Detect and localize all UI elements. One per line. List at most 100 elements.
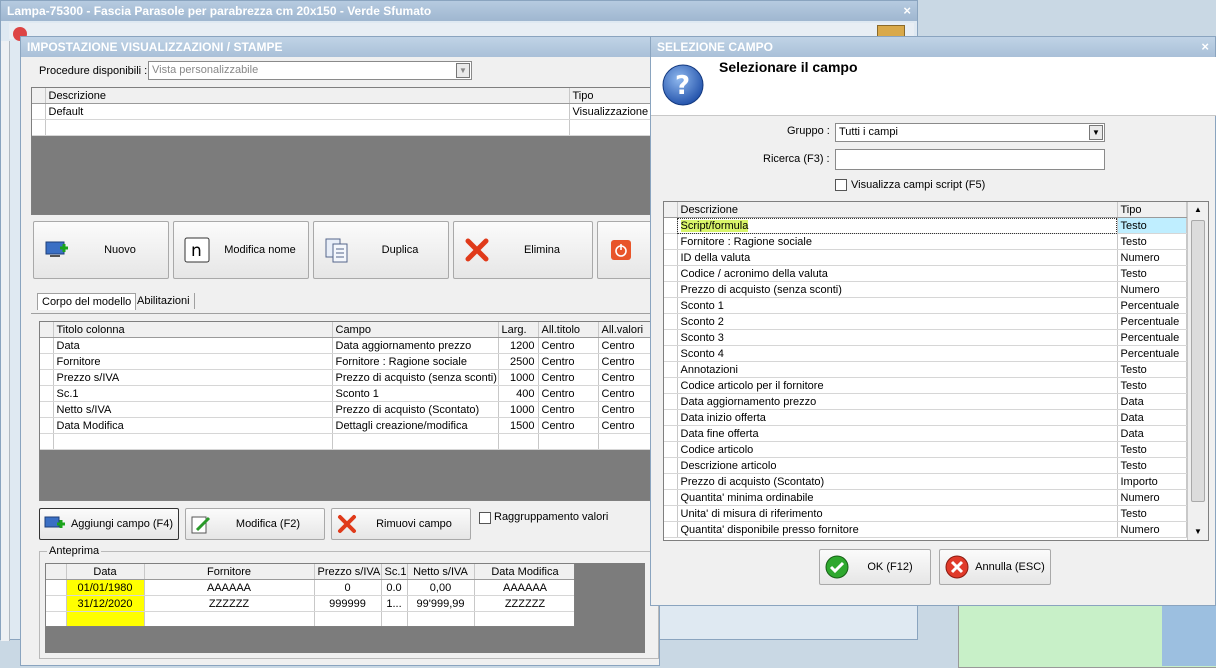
cell-tipo[interactable]: Numero [1117, 249, 1187, 266]
table-row[interactable]: Default Visualizzazione [32, 103, 660, 120]
cell-tipo[interactable]: Testo [1117, 233, 1187, 250]
cell-tipo[interactable]: Testo [1117, 265, 1187, 282]
cell-titolo[interactable]: Data Modifica [53, 417, 333, 434]
field-row[interactable]: Prezzo di acquisto (senza sconti) Numero [664, 281, 1187, 298]
table-row[interactable]: Data Modifica Dettagli creazione/modifica… [40, 417, 660, 434]
close-icon[interactable]: × [1201, 37, 1209, 57]
scroll-up-arrow-icon[interactable]: ▲ [1188, 202, 1208, 218]
cell-descrizione[interactable]: Sconto 2 [677, 313, 1118, 330]
raggruppamento-checkbox[interactable] [479, 512, 491, 524]
cell-campo[interactable]: Sconto 1 [332, 385, 499, 402]
cell-descrizione[interactable]: Prezzo di acquisto (Scontato) [677, 473, 1118, 490]
cell-descrizione[interactable]: Annotazioni [677, 361, 1118, 378]
cell-all-titolo[interactable]: Centro [538, 337, 599, 354]
scroll-down-arrow-icon[interactable]: ▼ [1188, 524, 1208, 540]
cell-titolo[interactable]: Prezzo s/IVA [53, 369, 333, 386]
chevron-down-icon[interactable]: ▼ [1089, 125, 1103, 140]
cell-descrizione[interactable]: Prezzo di acquisto (senza sconti) [677, 281, 1118, 298]
cell-tipo[interactable]: Testo [1117, 457, 1187, 474]
field-row[interactable]: Sconto 2 Percentuale [664, 313, 1187, 330]
selected-field-row[interactable]: Script/formula Testo [664, 217, 1187, 234]
field-row[interactable]: Sconto 4 Percentuale [664, 345, 1187, 362]
cell-larg[interactable]: 2500 [498, 353, 539, 370]
vertical-scrollbar[interactable]: ▲ ▼ [1187, 202, 1208, 540]
cell-campo[interactable]: Prezzo di acquisto (senza sconti) [332, 369, 499, 386]
field-row[interactable]: Prezzo di acquisto (Scontato) Importo [664, 473, 1187, 490]
column-header-larg[interactable]: Larg. [498, 322, 539, 338]
cell-descrizione[interactable]: Sconto 1 [677, 297, 1118, 314]
cell-campo[interactable]: Fornitore : Ragione sociale [332, 353, 499, 370]
table-row[interactable]: Fornitore Fornitore : Ragione sociale 2500… [40, 353, 660, 370]
cell-descrizione[interactable]: ID della valuta [677, 249, 1118, 266]
field-row[interactable]: Sconto 3 Percentuale [664, 329, 1187, 346]
cell-tipo[interactable]: Testo [1117, 441, 1187, 458]
field-row[interactable]: ID della valuta Numero [664, 249, 1187, 266]
cell-titolo[interactable]: Fornitore [53, 353, 333, 370]
table-row[interactable]: Prezzo s/IVA Prezzo di acquisto (senza sc… [40, 369, 660, 386]
back-window-titlebar[interactable]: Lampa-75300 - Fascia Parasole per parabr… [1, 1, 917, 21]
field-row[interactable]: Quantita' minima ordinabile Numero [664, 489, 1187, 506]
script-checkbox[interactable] [835, 179, 847, 191]
nuovo-button[interactable]: Nuovo [33, 221, 169, 279]
cell-all-titolo[interactable]: Centro [538, 401, 599, 418]
cell-descrizione[interactable]: Fornitore : Ragione sociale [677, 233, 1118, 250]
modifica-nome-button[interactable]: n Modifica nome [173, 221, 309, 279]
field-row[interactable]: Data inizio offerta Data [664, 409, 1187, 426]
aggiungi-campo-button[interactable]: Aggiungi campo (F4) [39, 508, 179, 540]
cell-tipo[interactable]: Testo [1117, 361, 1187, 378]
cell-descrizione[interactable]: Default [45, 103, 570, 120]
table-row-empty[interactable] [40, 433, 660, 450]
raggruppamento-label[interactable]: Raggruppamento valori [494, 511, 608, 523]
cell-tipo[interactable]: Testo [1117, 505, 1187, 522]
duplica-button[interactable]: Duplica [313, 221, 449, 279]
field-row[interactable]: Codice articolo Testo [664, 441, 1187, 458]
cell-descrizione[interactable]: Quantita' disponibile presso fornitore [677, 521, 1118, 538]
cell-tipo[interactable]: Testo [1117, 377, 1187, 394]
field-row[interactable]: Fornitore : Ragione sociale Testo [664, 233, 1187, 250]
column-header-descrizione[interactable]: Descrizione [677, 202, 1118, 218]
cell-descrizione[interactable]: Unita' di misura di riferimento [677, 505, 1118, 522]
cell-descrizione[interactable]: Codice articolo [677, 441, 1118, 458]
field-row[interactable]: Data fine offerta Data [664, 425, 1187, 442]
field-row[interactable]: Descrizione articolo Testo [664, 457, 1187, 474]
cell-descrizione[interactable]: Descrizione articolo [677, 457, 1118, 474]
cell-descrizione[interactable]: Script/formula [677, 217, 1118, 234]
field-row[interactable]: Annotazioni Testo [664, 361, 1187, 378]
field-row[interactable]: Unita' di misura di riferimento Testo [664, 505, 1187, 522]
ok-button[interactable]: OK (F12) [819, 549, 931, 585]
cell-descrizione[interactable]: Sconto 4 [677, 345, 1118, 362]
table-row[interactable]: Sc.1 Sconto 1 400 Centro Centro [40, 385, 660, 402]
cell-tipo[interactable]: Testo [1117, 217, 1187, 234]
scrollbar-thumb[interactable] [1191, 220, 1205, 502]
cell-all-titolo[interactable]: Centro [538, 385, 599, 402]
cell-titolo[interactable]: Sc.1 [53, 385, 333, 402]
column-header-all-titolo[interactable]: All.titolo [538, 322, 599, 338]
main-dialog-titlebar[interactable]: IMPOSTAZIONE VISUALIZZAZIONI / STAMPE [21, 37, 659, 57]
column-header-descrizione[interactable]: Descrizione [45, 88, 570, 104]
cell-campo[interactable]: Data aggiornamento prezzo [332, 337, 499, 354]
table-row-empty[interactable] [32, 119, 660, 136]
cell-tipo[interactable]: Importo [1117, 473, 1187, 490]
field-row[interactable]: Codice articolo per il fornitore Testo [664, 377, 1187, 394]
ricerca-input[interactable] [835, 149, 1105, 170]
cell-descrizione[interactable]: Quantita' minima ordinabile [677, 489, 1118, 506]
column-header-tipo[interactable]: Tipo [1117, 202, 1187, 218]
cell-titolo[interactable]: Netto s/IVA [53, 401, 333, 418]
rimuovi-campo-button[interactable]: Rimuovi campo [331, 508, 471, 540]
field-row[interactable]: Codice / acronimo della valuta Testo [664, 265, 1187, 282]
procedure-select[interactable]: Vista personalizzabile ▼ [148, 61, 472, 80]
gruppo-select[interactable]: Tutti i campi ▼ [835, 123, 1105, 142]
field-row[interactable]: Sconto 1 Percentuale [664, 297, 1187, 314]
cell-tipo[interactable]: Data [1117, 409, 1187, 426]
cell-descrizione[interactable]: Codice / acronimo della valuta [677, 265, 1118, 282]
elimina-button[interactable]: Elimina [453, 221, 593, 279]
close-icon[interactable]: × [903, 1, 911, 21]
column-header-titolo[interactable]: Titolo colonna [53, 322, 333, 338]
field-row[interactable]: Quantita' disponibile presso fornitore Nu… [664, 521, 1187, 538]
column-header-campo[interactable]: Campo [332, 322, 499, 338]
cell-tipo[interactable]: Numero [1117, 521, 1187, 538]
table-row[interactable]: Data Data aggiornamento prezzo 1200 Centro C… [40, 337, 660, 354]
cell-tipo[interactable]: Data [1117, 425, 1187, 442]
cell-larg[interactable]: 1000 [498, 369, 539, 386]
cell-larg[interactable]: 400 [498, 385, 539, 402]
